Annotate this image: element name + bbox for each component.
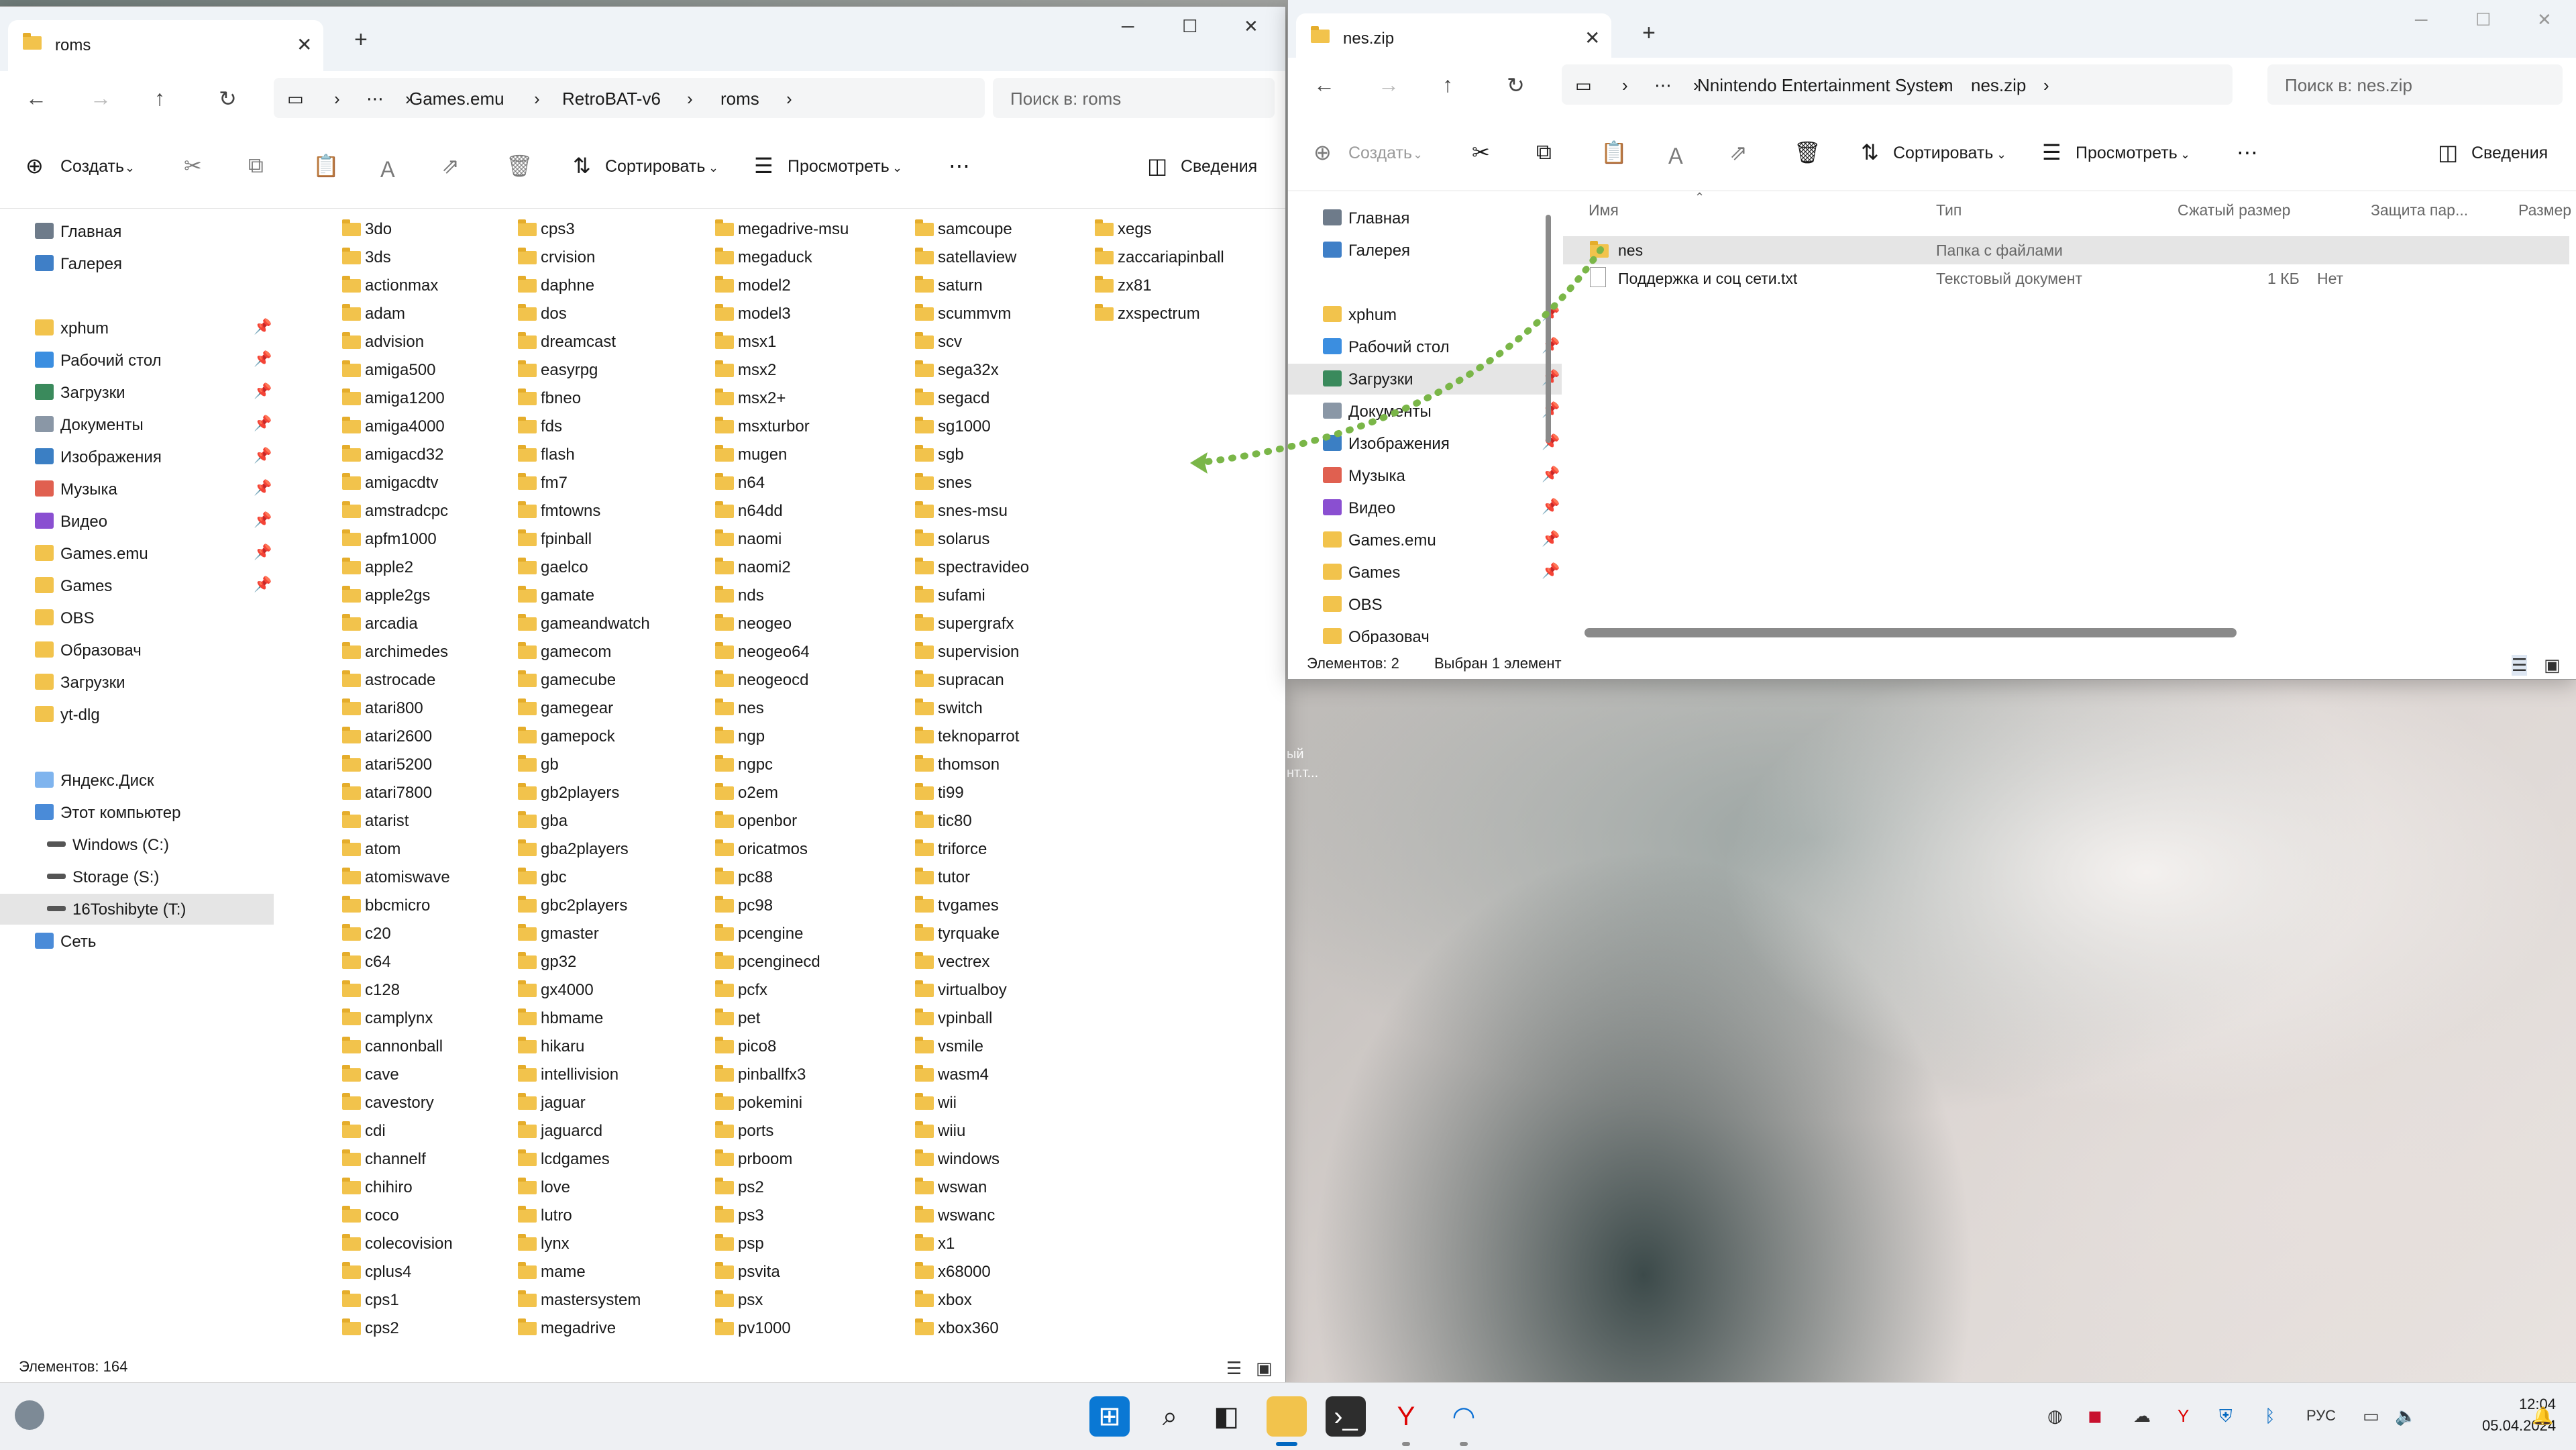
- running-indicator: [1460, 1442, 1468, 1446]
- tray-icon[interactable]: ☁: [2133, 1406, 2151, 1427]
- drag-path: [1190, 246, 1604, 474]
- running-indicator: [1402, 1442, 1410, 1446]
- running-indicator: [1276, 1442, 1297, 1446]
- start-icon[interactable]: ⊞: [1089, 1396, 1130, 1437]
- yandex-browser-icon[interactable]: Y: [1386, 1396, 1426, 1437]
- bluetooth-icon[interactable]: ᛒ: [2265, 1406, 2275, 1427]
- search-icon[interactable]: ⌕: [1150, 1396, 1190, 1437]
- file-explorer-icon[interactable]: [1267, 1396, 1307, 1437]
- taskbar: ⊞ ⌕ ◧ ›_ Y ◠ ◍ ◼ ☁ Y ⛨ ᛒ РУС ▭ 🔈 12:04 05.04.…: [0, 1382, 2576, 1450]
- widgets-icon[interactable]: [15, 1400, 44, 1430]
- terminal-icon[interactable]: ›_: [1326, 1396, 1366, 1437]
- tray-icon[interactable]: ◼: [2088, 1406, 2102, 1427]
- network-icon[interactable]: ▭: [2363, 1406, 2379, 1427]
- tray-icon[interactable]: ◍: [2047, 1406, 2063, 1427]
- notification-icon[interactable]: 🔔: [2532, 1406, 2553, 1427]
- tray-icon[interactable]: ⛨: [2219, 1406, 2233, 1427]
- language-indicator[interactable]: РУС: [2306, 1407, 2336, 1425]
- task-view-icon[interactable]: ◧: [1206, 1396, 1246, 1437]
- drag-path-line: [1193, 246, 1604, 466]
- volume-icon[interactable]: 🔈: [2395, 1406, 2416, 1427]
- edge-icon[interactable]: ◠: [1444, 1396, 1484, 1437]
- tray-icon[interactable]: Y: [2178, 1406, 2189, 1427]
